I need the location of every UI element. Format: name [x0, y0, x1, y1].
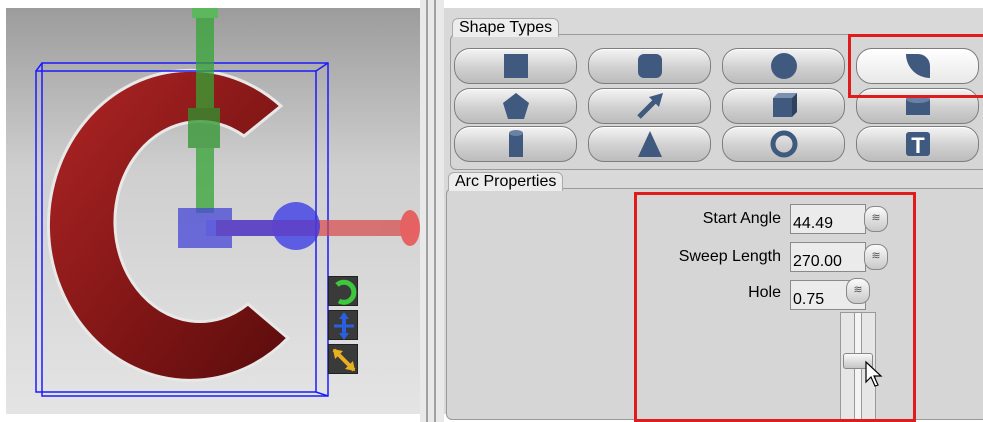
shape-cylinder-button[interactable] [454, 126, 577, 162]
scale-icon [332, 348, 356, 372]
arc-properties-highlight [634, 192, 916, 422]
text-icon: T [905, 132, 930, 158]
shape-sphere-button[interactable] [722, 48, 845, 84]
cone-icon [637, 131, 662, 157]
shape-box-button[interactable] [722, 88, 845, 124]
shape-rounded-cube-button[interactable] [588, 48, 711, 84]
shape-torus-button[interactable] [722, 126, 845, 162]
3d-viewport[interactable] [6, 8, 420, 414]
shape-arrow-button[interactable] [588, 88, 711, 124]
shape-text-button[interactable]: T [856, 126, 979, 162]
pentagon-icon [502, 93, 529, 119]
shape-cone-button[interactable] [588, 126, 711, 162]
sphere-icon [770, 53, 797, 79]
arrow-icon [636, 93, 663, 119]
rotate-icon [335, 279, 357, 305]
rounded-cube-icon [637, 54, 662, 78]
svg-text:T: T [911, 133, 925, 158]
move-tool-button[interactable] [328, 310, 358, 340]
shape-cube-button[interactable] [454, 48, 577, 84]
z-axis-gizmo [178, 202, 320, 250]
move-icon [334, 312, 354, 340]
scale-tool-button[interactable] [328, 344, 358, 374]
properties-panel: Shape Types T Arc Properties Start Angle… [444, 8, 983, 422]
cylinder-icon [508, 130, 523, 157]
arc-properties-title: Arc Properties [448, 172, 564, 191]
splitter[interactable] [420, 0, 444, 422]
cube-icon [503, 54, 528, 78]
torus-icon [770, 130, 797, 158]
rotate-tool-button[interactable] [328, 276, 358, 306]
box-icon [772, 93, 797, 117]
selected-shape-highlight [848, 34, 983, 98]
y-axis-gizmo [188, 8, 220, 213]
shape-pentagon-button[interactable] [454, 88, 577, 124]
shape-types-title: Shape Types [452, 18, 560, 37]
